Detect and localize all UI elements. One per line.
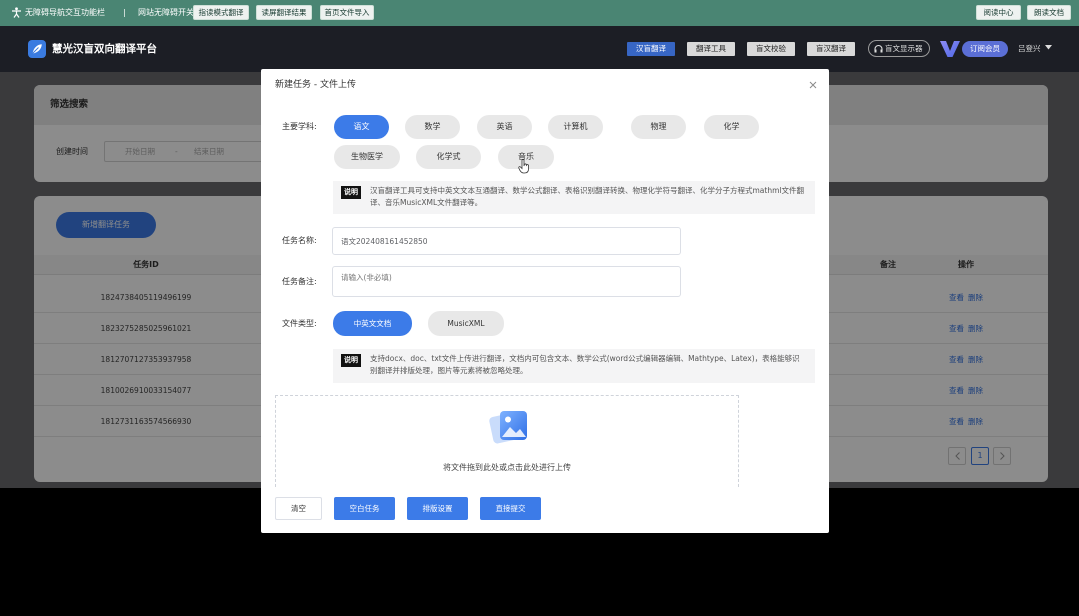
task-name-label: 任务名称: [282,236,317,245]
user-menu[interactable]: 吕登兴 [1018,44,1052,54]
close-icon[interactable] [807,79,819,91]
layout-settings-button[interactable]: 排版设置 [407,497,468,520]
upload-hint: 将文件拖到此处或点击此处进行上传 [443,463,571,472]
file-type-label: 文件类型: [282,319,317,328]
screen-read-button[interactable]: 读屏翻译结果 [256,5,312,20]
braille-display-button[interactable]: 盲文显示器 [868,40,930,57]
nav-braille-chinese[interactable]: 盲汉翻译 [807,42,855,56]
nav-braille-check[interactable]: 盲文校验 [747,42,795,56]
chevron-down-icon [1044,45,1052,50]
subscribe-member-button[interactable]: 订阅会员 [962,41,1008,57]
subject-biomedicine[interactable]: 生物医学 [334,145,400,169]
read-document-button[interactable]: 朗读文档 [1027,5,1071,20]
pointer-read-button[interactable]: 指读模式翻译 [193,5,249,20]
submit-button[interactable]: 直接提交 [480,497,541,520]
subject-english[interactable]: 英语 [477,115,532,139]
subject-physics[interactable]: 物理 [631,115,686,139]
dialog-title: 新建任务 - 文件上传 [275,80,356,90]
accessibility-switch[interactable]: 网站无障碍开关 [138,8,194,18]
subject-computer[interactable]: 计算机 [548,115,603,139]
file-import-button[interactable]: 首页文件导入 [320,5,374,20]
logo-icon [28,40,46,58]
subject-chemical-formula[interactable]: 化学式 [416,145,481,169]
subject-chinese[interactable]: 语文 [334,115,389,139]
vip-logo-icon [940,41,960,57]
hand-cursor-icon [518,159,529,174]
task-name-input[interactable] [332,227,681,255]
nav-chinese-braille[interactable]: 汉盲翻译 [627,42,675,56]
file-type-document[interactable]: 中英文文档 [333,311,412,336]
blank-task-button[interactable]: 空白任务 [334,497,395,520]
file-upload-dropzone[interactable]: 将文件拖到此处或点击此处进行上传 [275,395,739,487]
note-tag: 说明 [341,354,361,367]
file-note-text: 支持docx、doc、txt文件上传进行翻译，文档内可包含文本、数学公式(wor… [370,354,800,375]
toolbar-title: 无障碍导航交互功能栏 [25,8,105,17]
app-header: 慧光汉盲双向翻译平台 汉盲翻译 翻译工具 盲文校验 盲汉翻译 盲文显示器 订阅会… [0,26,1079,72]
new-task-dialog: 新建任务 - 文件上传 主要学科: 语文 数学 英语 计算机 物理 化学 生物医… [261,69,829,533]
accessibility-icon [12,7,21,18]
clear-button[interactable]: 清空 [275,497,322,520]
subject-note: 说明 汉盲翻译工具可支持中英文文本互通翻译、数学公式翻译、表格识别翻译转换、物理… [333,181,815,214]
task-remark-textarea[interactable] [332,266,681,297]
braille-display-label: 盲文显示器 [885,44,923,53]
app-title: 慧光汉盲双向翻译平台 [52,43,157,55]
reading-center-button[interactable]: 阅读中心 [976,5,1021,20]
subject-chemistry[interactable]: 化学 [704,115,759,139]
toolbar-separator: | [123,8,126,17]
file-note: 说明 支持docx、doc、txt文件上传进行翻译，文档内可包含文本、数学公式(… [333,349,815,383]
file-type-musicxml[interactable]: MusicXML [428,311,504,336]
task-remark-label: 任务备注: [282,277,317,286]
subject-math[interactable]: 数学 [405,115,460,139]
accessibility-toolbar: 无障碍导航交互功能栏 | 网站无障碍开关 指读模式翻译 读屏翻译结果 首页文件导… [0,0,1079,26]
nav-tools[interactable]: 翻译工具 [687,42,735,56]
user-name: 吕登兴 [1018,44,1041,53]
note-tag: 说明 [341,186,361,199]
image-upload-icon [489,411,527,444]
subject-note-text: 汉盲翻译工具可支持中英文文本互通翻译、数学公式翻译、表格识别翻译转换、物理化学符… [370,186,804,207]
headphone-icon [874,44,883,53]
subjects-label: 主要学科: [282,122,317,131]
